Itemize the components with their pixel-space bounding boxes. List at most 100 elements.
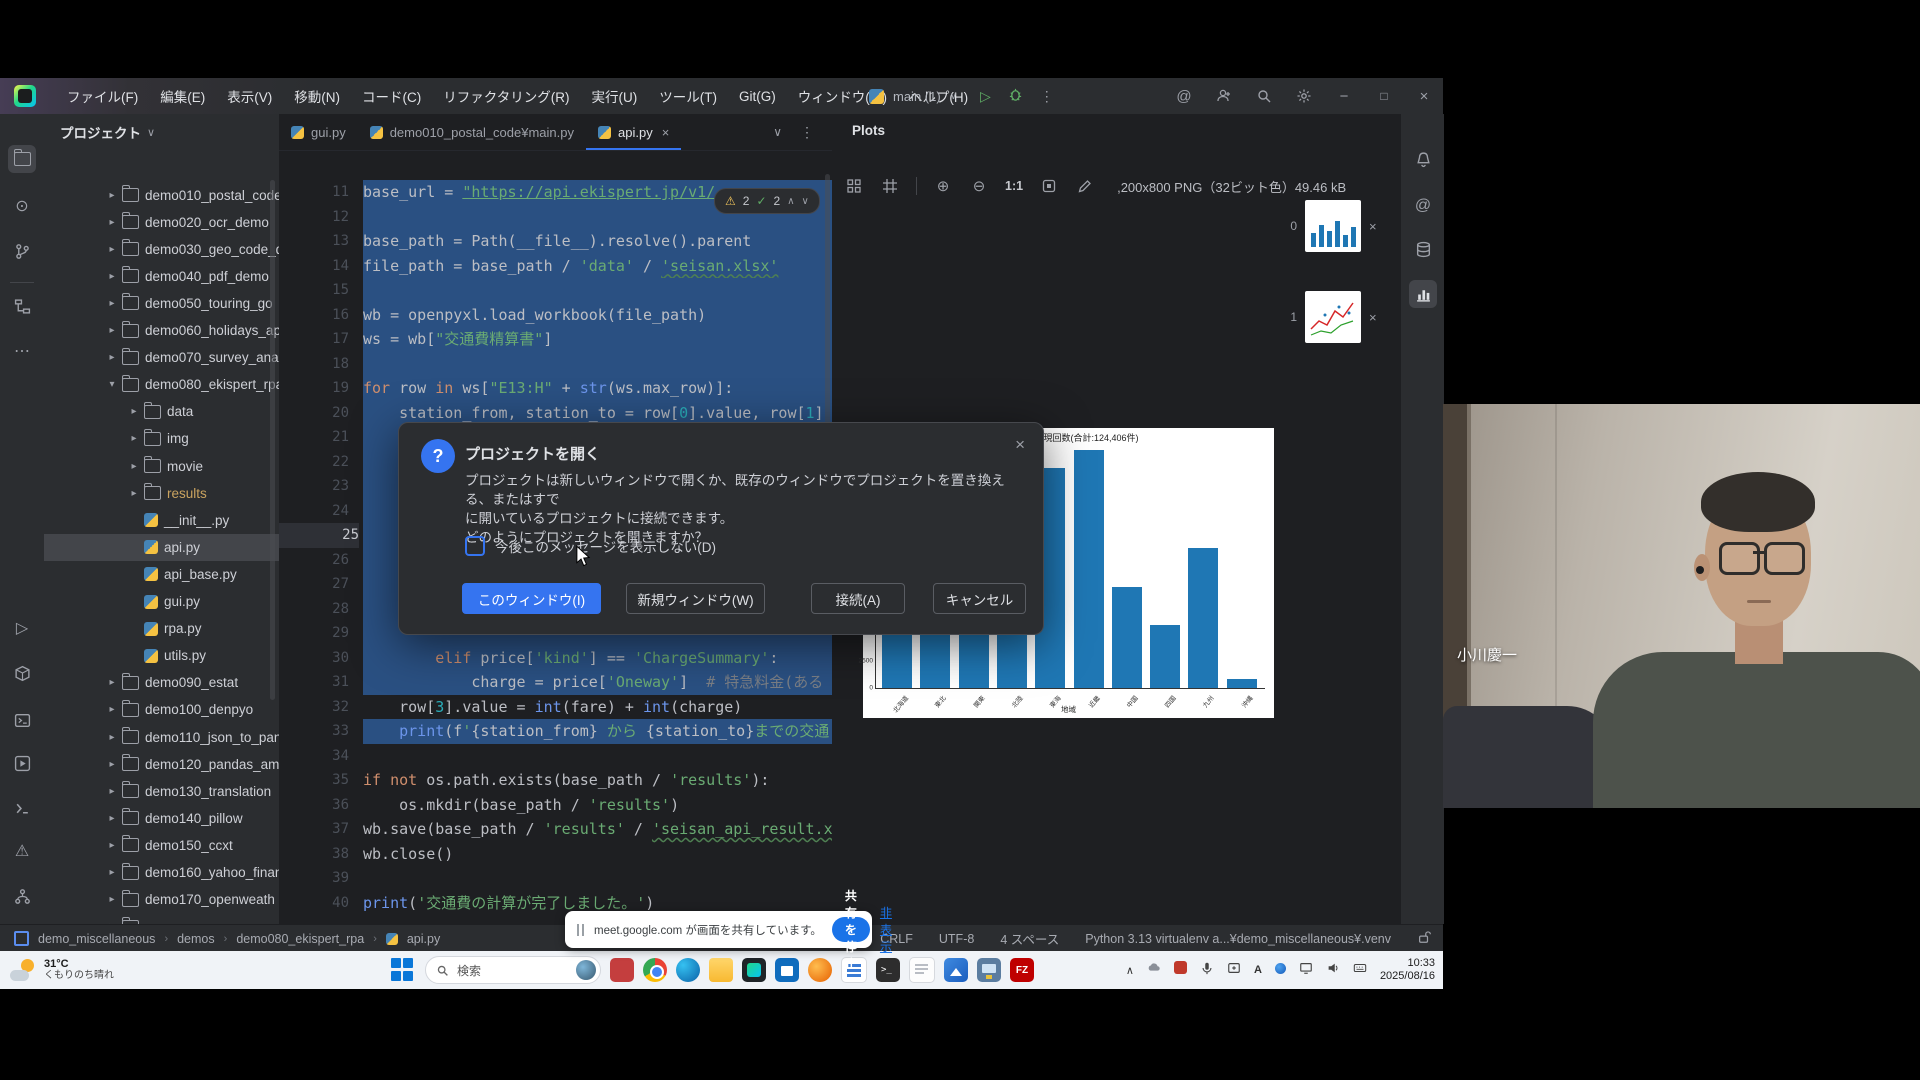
tree-item-partial[interactable]: ▸ (44, 913, 280, 924)
code-line-37[interactable]: wb.save(base_path / 'results' / 'seisan_… (363, 817, 832, 842)
code-line-17[interactable]: ws = wb["交通費精算書"] (363, 327, 832, 352)
tree-item-__init__.py[interactable]: __init__.py (44, 507, 280, 534)
tree-item-movie[interactable]: ▸movie (44, 453, 280, 480)
breadcrumb-item[interactable]: demo_miscellaneous (38, 932, 155, 946)
line-number[interactable]: 36 (279, 793, 349, 818)
commit-icon[interactable]: ⊙ (8, 192, 36, 220)
chevron-right-icon[interactable]: ▸ (105, 217, 119, 228)
line-number[interactable]: 33 (279, 719, 349, 744)
tree-item-demo160_yahoo_finan[interactable]: ▸demo160_yahoo_finan (44, 859, 280, 886)
zoom-in-icon[interactable]: ⊕ (933, 176, 953, 196)
tree-item-demo110_json_to_pan[interactable]: ▸demo110_json_to_pan (44, 724, 280, 751)
line-number[interactable]: 14 (279, 254, 349, 279)
close-thumbnail-icon[interactable]: × (1369, 219, 1377, 234)
breadcrumb-item[interactable]: demo080_ekispert_rpa (236, 932, 364, 946)
line-number[interactable]: 37 (279, 817, 349, 842)
taskbar-app-firefox[interactable] (808, 958, 832, 982)
line-number[interactable]: 19 (279, 376, 349, 401)
line-number[interactable]: 26 (279, 548, 349, 573)
zoom-out-icon[interactable]: ⊖ (969, 176, 989, 196)
close-thumbnail-icon[interactable]: × (1369, 310, 1377, 325)
settings-gear-icon[interactable] (1295, 87, 1313, 105)
next-problem-icon[interactable]: ∨ (802, 196, 809, 207)
sciview-chart-icon[interactable] (1409, 280, 1437, 308)
chevron-right-icon[interactable]: ▸ (105, 190, 119, 201)
more-tools-icon[interactable]: ⋯ (8, 337, 36, 365)
tree-item-demo030_geo_code_d[interactable]: ▸demo030_geo_code_d (44, 236, 280, 263)
frame-icon[interactable] (880, 176, 900, 196)
code-line-32[interactable]: row[3].value = int(fare) + int(charge) (363, 695, 832, 720)
breadcrumb-item[interactable]: demos (177, 932, 215, 946)
lock-open-icon[interactable] (1417, 930, 1431, 947)
version-control-icon[interactable] (8, 882, 36, 910)
taskbar-app-pycharm[interactable] (742, 958, 766, 982)
line-number[interactable]: 18 (279, 352, 349, 377)
taskbar-app-filezilla[interactable]: FZ (1010, 958, 1034, 982)
tab-demo010-main-py[interactable]: demo010_postal_code¥main.py (358, 114, 586, 150)
tree-item-api.py[interactable]: api.py (44, 534, 280, 561)
line-number[interactable]: 39 (279, 866, 349, 891)
close-tab-icon[interactable]: × (662, 125, 670, 140)
dialog-close-icon[interactable]: × (1015, 435, 1025, 455)
chevron-right-icon[interactable]: ▸ (105, 298, 119, 309)
inspections-widget[interactable]: ⚠2 ✓2 ∧ ∨ (714, 188, 820, 214)
line-number[interactable]: 40 (279, 891, 349, 916)
tree-item-utils.py[interactable]: utils.py (44, 642, 280, 669)
hide-link[interactable]: 非表示 (880, 904, 892, 955)
tab-list-chevron-icon[interactable]: ∨ (773, 125, 782, 139)
line-number[interactable]: 27 (279, 572, 349, 597)
chevron-right-icon[interactable]: ▸ (127, 406, 141, 417)
close-icon[interactable]: × (1415, 87, 1433, 105)
tab-api-py[interactable]: api.py × (586, 114, 681, 150)
tree-item-demo060_holidays_ap[interactable]: ▸demo060_holidays_ap (44, 317, 280, 344)
menu-item[interactable]: 実行(U) (580, 86, 648, 106)
chevron-right-icon[interactable]: ▸ (105, 840, 119, 851)
tree-item-demo090_estat[interactable]: ▸demo090_estat (44, 669, 280, 696)
encoding-widget[interactable]: UTF-8 (939, 932, 974, 946)
line-number[interactable]: 15 (279, 278, 349, 303)
menu-item[interactable]: Git(G) (728, 89, 787, 104)
tree-item-demo070_survey_anal[interactable]: ▸demo070_survey_anal (44, 344, 280, 371)
structure-icon[interactable] (8, 292, 36, 320)
speaker-icon[interactable] (1326, 961, 1340, 980)
tree-item-demo040_pdf_demo[interactable]: ▸demo040_pdf_demo (44, 263, 280, 290)
code-line-36[interactable]: os.mkdir(base_path / 'results') (363, 793, 832, 818)
edit-pencil-icon[interactable] (1075, 176, 1095, 196)
menu-item[interactable]: 表示(V) (216, 86, 283, 106)
hidden-icons-chevron[interactable]: ∧ (1126, 964, 1134, 977)
breadcrumb-item[interactable]: api.py (407, 932, 440, 946)
line-number[interactable]: 13 (279, 229, 349, 254)
search-icon[interactable] (1255, 87, 1273, 105)
project-folder-icon[interactable] (8, 145, 36, 173)
tree-item-demo100_denpyo[interactable]: ▸demo100_denpyo (44, 696, 280, 723)
taskbar-app-edge[interactable] (676, 958, 700, 982)
tab-options-icon[interactable]: ⋮ (800, 124, 814, 141)
code-line-14[interactable]: file_path = base_path / 'data' / 'seisan… (363, 254, 832, 279)
code-line-19[interactable]: for row in ws["E13:H" + str(ws.max_row)]… (363, 376, 832, 401)
code-line-39[interactable] (363, 866, 832, 891)
chevron-right-icon[interactable]: ▸ (105, 894, 119, 905)
code-line-18[interactable] (363, 352, 832, 377)
tree-item-api_base.py[interactable]: api_base.py (44, 561, 280, 588)
debug-button[interactable] (1008, 87, 1023, 105)
ai-assistant-icon[interactable]: @ (1409, 192, 1437, 220)
more-run-options-icon[interactable]: ⋮ (1040, 88, 1054, 105)
tree-item-demo140_pillow[interactable]: ▸demo140_pillow (44, 805, 280, 832)
menu-item[interactable]: 移動(N) (283, 86, 351, 106)
line-number[interactable]: 31 (279, 670, 349, 695)
tree-item-demo010_postal_code[interactable]: ▸demo010_postal_code (44, 182, 280, 209)
project-panel-header[interactable]: プロジェクト ∨ (60, 122, 155, 142)
scatter-chart-thumbnail[interactable] (1305, 291, 1361, 343)
run-tool-icon[interactable]: ▷ (8, 614, 36, 642)
weather-widget[interactable]: 31°C くもりのち晴れ (10, 958, 114, 982)
line-number[interactable]: 12 (279, 205, 349, 230)
tree-item-results[interactable]: ▸results (44, 480, 280, 507)
maximize-icon[interactable]: □ (1375, 87, 1393, 105)
this-window-button[interactable]: このウィンドウ(I) (462, 583, 601, 614)
minimize-icon[interactable]: − (1335, 87, 1353, 105)
chevron-right-icon[interactable]: ▸ (105, 325, 119, 336)
code-line-33[interactable]: print(f'{station_from} から {station_to}まで… (363, 719, 832, 744)
tree-item-img[interactable]: ▸img (44, 425, 280, 452)
code-line-38[interactable]: wb.close() (363, 842, 832, 867)
tree-item-rpa.py[interactable]: rpa.py (44, 615, 280, 642)
